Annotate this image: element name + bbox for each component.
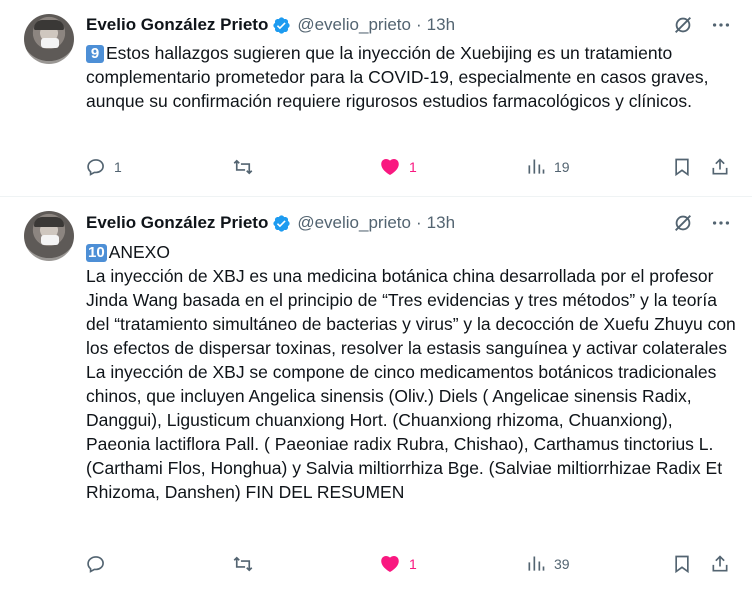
divider — [0, 196, 752, 197]
views-button[interactable]: 19 — [526, 157, 570, 177]
grok-icon[interactable] — [672, 212, 694, 234]
author-handle[interactable]: @evelio_prieto — [297, 213, 411, 233]
tweet-actions: 1 39 — [86, 554, 736, 578]
more-icon[interactable] — [710, 14, 732, 36]
like-count: 1 — [409, 159, 417, 175]
timestamp[interactable]: 13h — [427, 213, 455, 233]
tweet-header: Evelio González Prieto @evelio_prieto · … — [86, 14, 455, 36]
share-button[interactable] — [710, 554, 730, 574]
tweet-text: 9 Estos hallazgos sugieren que la inyecci… — [86, 41, 736, 113]
reply-icon — [87, 159, 104, 176]
timestamp[interactable]: 13h — [427, 15, 455, 35]
tweet-header: Evelio González Prieto @evelio_prieto · … — [86, 212, 455, 234]
bookmark-button[interactable] — [672, 554, 692, 574]
views-icon — [528, 159, 545, 174]
tweet[interactable]: Evelio González Prieto @evelio_prieto · … — [0, 0, 752, 196]
share-icon — [712, 158, 728, 175]
views-count: 39 — [554, 556, 570, 572]
tweet-text: 10 ANEXO La inyección de XBJ es una medic… — [86, 240, 736, 504]
tweet-actions: 1 1 19 — [86, 157, 736, 181]
repost-icon — [233, 159, 253, 175]
reply-icon — [87, 556, 104, 573]
more-icon[interactable] — [710, 212, 732, 234]
tweet-top-icons — [672, 212, 732, 234]
author-name[interactable]: Evelio González Prieto — [86, 213, 268, 233]
views-count: 19 — [554, 159, 570, 175]
separator: · — [415, 15, 422, 34]
like-button[interactable]: 1 — [379, 157, 417, 177]
heart-icon — [381, 159, 399, 175]
bookmark-button[interactable] — [672, 157, 692, 177]
reply-count: 1 — [114, 159, 122, 175]
like-count: 1 — [409, 556, 417, 572]
reply-button[interactable]: 1 — [86, 157, 122, 177]
bookmark-icon — [675, 555, 689, 574]
tweet-top-icons — [672, 14, 732, 36]
repost-icon — [233, 556, 253, 572]
grok-icon[interactable] — [672, 14, 694, 36]
share-icon — [712, 555, 728, 572]
verified-badge-icon — [273, 214, 290, 232]
repost-button[interactable] — [232, 554, 262, 574]
heart-icon — [381, 556, 399, 572]
bookmark-icon — [675, 158, 689, 177]
author-name[interactable]: Evelio González Prieto — [86, 15, 268, 35]
share-button[interactable] — [710, 157, 730, 177]
number-badge: 9 — [86, 45, 104, 63]
views-icon — [528, 556, 545, 571]
author-handle[interactable]: @evelio_prieto — [297, 15, 411, 35]
repost-button[interactable] — [232, 157, 262, 177]
tweet-text-content: Estos hallazgos sugieren que la inyecció… — [86, 43, 714, 111]
reply-button[interactable] — [86, 554, 114, 574]
verified-badge-icon — [273, 16, 290, 34]
avatar[interactable] — [24, 14, 74, 64]
separator: · — [415, 213, 422, 232]
views-button[interactable]: 39 — [526, 554, 570, 574]
tweet[interactable]: Evelio González Prieto @evelio_prieto · … — [0, 198, 752, 596]
number-badge: 10 — [86, 244, 107, 262]
tweet-text-content: ANEXO La inyección de XBJ es una medicin… — [86, 242, 736, 502]
like-button[interactable]: 1 — [379, 554, 417, 574]
avatar[interactable] — [24, 211, 74, 261]
